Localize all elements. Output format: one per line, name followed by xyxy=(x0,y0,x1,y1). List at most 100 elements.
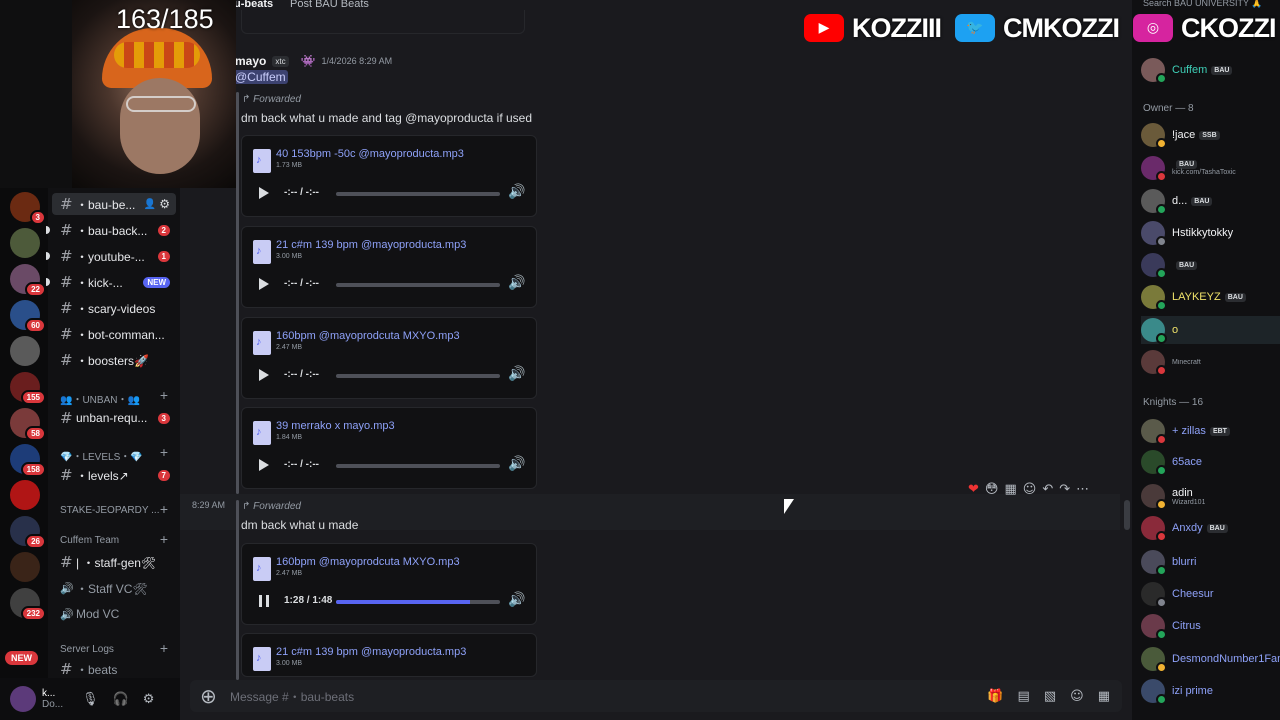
channel-unban-requests[interactable]: # unban-requ... 3 xyxy=(52,407,176,429)
forward-icon[interactable]: ↷ xyxy=(1059,482,1070,497)
microphone-icon[interactable]: 🎙 xyxy=(82,691,99,707)
headset-icon[interactable]: 🎧 xyxy=(113,691,129,707)
member-row[interactable]: !jace SSB xyxy=(1141,121,1280,149)
apps-icon[interactable]: ▦ xyxy=(1098,689,1110,704)
avatar[interactable] xyxy=(1141,550,1167,576)
audio-progress-bar[interactable] xyxy=(336,192,500,196)
avatar[interactable] xyxy=(1141,253,1167,279)
volume-icon[interactable]: 🔊 xyxy=(508,592,525,608)
channel-bau-beats[interactable]: # ・bau-be... 👤 ⚙ xyxy=(52,193,176,215)
member-row[interactable]: adin Wizard101 xyxy=(1141,482,1280,510)
audio-file-name[interactable]: 160bpm @mayoprodcuta MXYO.mp3 xyxy=(276,556,460,568)
gear-icon[interactable]: ⚙ xyxy=(143,692,155,707)
audio-file-name[interactable]: 21 c#m 139 bpm @mayoproducta.mp3 xyxy=(276,646,466,658)
audio-progress-bar[interactable] xyxy=(336,374,500,378)
add-channel-icon[interactable]: + xyxy=(160,531,168,547)
member-row[interactable]: o xyxy=(1141,316,1280,344)
play-icon[interactable] xyxy=(259,187,269,199)
avatar[interactable] xyxy=(1141,318,1167,344)
gear-icon[interactable]: ⚙ xyxy=(159,197,170,211)
pause-icon[interactable] xyxy=(259,595,269,607)
message-author[interactable]: mayo xyxy=(235,54,266,68)
category-stake-jeopardy[interactable]: STAKE-JEOPARDY ... xyxy=(60,505,159,516)
gif-icon[interactable]: ▤ xyxy=(1018,689,1030,704)
avatar[interactable] xyxy=(1141,647,1167,673)
category-cuffem-team[interactable]: Cuffem Team xyxy=(60,535,119,546)
voice-channel-staff-vc[interactable]: 🔊 ・Staff VC🛠 xyxy=(52,577,176,599)
avatar[interactable] xyxy=(1141,123,1167,149)
member-row[interactable]: Minecraft xyxy=(1141,348,1280,376)
category-levels[interactable]: 💎・LEVELS・💎 xyxy=(60,448,143,463)
member-row[interactable]: Hstikkytokky xyxy=(1141,219,1280,247)
server-icon[interactable]: 3 xyxy=(10,192,46,225)
channel-boosters[interactable]: # ・boosters🚀 xyxy=(52,349,176,371)
member-row[interactable]: izi prime xyxy=(1141,677,1280,705)
play-icon[interactable] xyxy=(259,459,269,471)
audio-progress-bar[interactable] xyxy=(336,283,500,287)
member-row[interactable]: BAU kick.com/TashaToxic xyxy=(1141,154,1280,182)
avatar[interactable] xyxy=(1141,350,1167,376)
message-composer[interactable]: ⊕ Message #・bau-beats 🎁 ▤ ▧ ☺ ▦ xyxy=(190,680,1122,712)
category-unban[interactable]: 👥・UNBAN・👥 xyxy=(60,391,140,406)
avatar[interactable] xyxy=(1141,156,1167,182)
avatar[interactable] xyxy=(1141,221,1167,247)
member-row[interactable]: Cuffem BAU xyxy=(1141,56,1280,84)
avatar[interactable] xyxy=(1141,582,1167,608)
channel-levels[interactable]: # ・levels↗ 7 xyxy=(52,464,176,486)
avatar[interactable] xyxy=(1141,484,1167,510)
audio-file-name[interactable]: 160bpm @mayoprodcuta MXYO.mp3 xyxy=(276,330,460,342)
attach-plus-icon[interactable]: ⊕ xyxy=(200,684,230,708)
add-channel-icon[interactable]: + xyxy=(160,640,168,656)
user-name-block[interactable]: k... Do... xyxy=(42,688,82,710)
audio-progress-bar[interactable] xyxy=(336,464,500,468)
avatar[interactable] xyxy=(1141,285,1167,311)
play-icon[interactable] xyxy=(259,369,269,381)
scrollbar-thumb[interactable] xyxy=(1124,500,1130,530)
add-channel-icon[interactable]: + xyxy=(160,387,168,403)
member-row[interactable]: + zillas EBT xyxy=(1141,417,1280,445)
server-icon[interactable]: 26 xyxy=(10,516,46,549)
member-row[interactable]: DesmondNumber1Fan xyxy=(1141,645,1280,673)
emoji-icon[interactable]: ☺ xyxy=(1070,689,1084,704)
new-servers-pill[interactable]: NEW xyxy=(5,651,38,665)
member-row[interactable]: BAU xyxy=(1141,251,1280,279)
post-title[interactable]: Post BAU Beats xyxy=(290,0,369,10)
channel-staff-gen[interactable]: # | ・staff-gen🛠 xyxy=(52,551,176,573)
server-icon[interactable]: 58 xyxy=(10,408,46,441)
audio-file-name[interactable]: 40 153bpm -50c @mayoproducta.mp3 xyxy=(276,148,464,160)
add-member-icon[interactable]: 👤 xyxy=(144,199,156,210)
volume-icon[interactable]: 🔊 xyxy=(508,275,525,291)
search-input[interactable]: Search BAU UNIVERSITY 🙏 xyxy=(1143,0,1263,9)
channel-bau-backup[interactable]: # ・bau-back... 2 xyxy=(52,219,176,241)
server-icon[interactable] xyxy=(10,552,40,582)
channel-beats[interactable]: # ・beats xyxy=(52,661,176,677)
channel-scary-videos[interactable]: # ・scary-videos xyxy=(52,297,176,319)
channel-bot-commands[interactable]: # ・bot-comman... xyxy=(52,323,176,345)
audio-file-name[interactable]: 21 c#m 139 bpm @mayoproducta.mp3 xyxy=(276,239,466,251)
server-icon[interactable] xyxy=(10,336,40,366)
avatar[interactable] xyxy=(1141,614,1167,640)
channel-kick[interactable]: # ・kick-... NEW xyxy=(52,271,176,293)
avatar[interactable] xyxy=(1141,419,1167,445)
server-icon[interactable]: 22 xyxy=(10,264,46,297)
audio-file-name[interactable]: 39 merrako x mayo.mp3 xyxy=(276,420,395,432)
server-icon[interactable] xyxy=(10,228,40,258)
member-row[interactable]: 65ace xyxy=(1141,448,1280,476)
avatar[interactable] xyxy=(1141,58,1167,84)
avatar[interactable] xyxy=(1141,679,1167,705)
member-row[interactable]: d... BAU xyxy=(1141,187,1280,215)
server-icon[interactable] xyxy=(10,480,40,510)
channel-youtube[interactable]: # ・youtube-... 1 xyxy=(52,245,176,267)
volume-icon[interactable]: 🔊 xyxy=(508,456,525,472)
voice-channel-mod-vc[interactable]: 🔊 Mod VC xyxy=(52,603,176,625)
gift-icon[interactable]: 🎁 xyxy=(987,689,1003,704)
sticker-icon[interactable]: ▧ xyxy=(1044,689,1056,704)
reply-icon[interactable]: ↶ xyxy=(1042,482,1053,497)
add-channel-icon[interactable]: + xyxy=(160,444,168,460)
heart-reaction-icon[interactable]: ❤ xyxy=(968,482,979,497)
more-options-icon[interactable]: ⋯ xyxy=(1076,482,1089,497)
avatar[interactable] xyxy=(1141,189,1167,215)
server-icon[interactable]: 232 xyxy=(10,588,46,621)
audio-progress-bar[interactable] xyxy=(336,600,500,604)
server-icon[interactable]: 60 xyxy=(10,300,46,333)
